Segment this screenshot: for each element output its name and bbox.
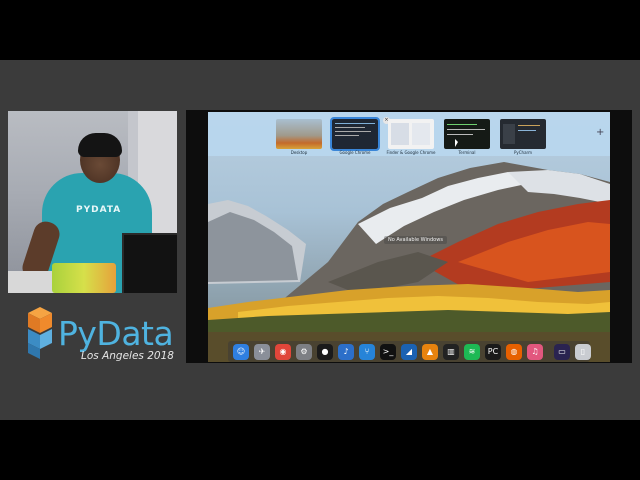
- space-label-pycharm: PyCharm: [513, 150, 533, 155]
- shared-screen: Desktop Google Chrome × Finder & Google …: [186, 110, 632, 363]
- add-space-button[interactable]: +: [596, 127, 604, 138]
- speaker-hair: [78, 133, 122, 157]
- screen-app-dock-icon[interactable]: ▭: [554, 344, 570, 360]
- music-app-dock-icon[interactable]: ●: [317, 344, 333, 360]
- space-thumbnail-desktop[interactable]: [276, 119, 322, 149]
- pydata-logo-icon: [28, 307, 52, 359]
- system-preferences-dock-icon[interactable]: ⚙: [296, 344, 312, 360]
- sourcetree-dock-icon[interactable]: ⑂: [359, 344, 375, 360]
- speaker-monitor: [122, 233, 177, 293]
- space-thumbnail-google-chrome[interactable]: [330, 117, 380, 151]
- spotify-dock-icon[interactable]: ≋: [464, 344, 480, 360]
- vscode-dock-icon[interactable]: ◢: [401, 344, 417, 360]
- trash-dock-icon[interactable]: ▯: [575, 344, 591, 360]
- pycharm-dock-icon[interactable]: PC: [485, 344, 501, 360]
- speaker-laptop: [52, 263, 116, 293]
- shirt-text: PYDATA: [76, 205, 122, 215]
- camera-desk: [8, 271, 58, 293]
- no-windows-label: No Available Windows: [384, 236, 447, 244]
- launchpad-dock-icon[interactable]: ✈: [254, 344, 270, 360]
- mouse-cursor-icon: [455, 139, 458, 147]
- space-thumbnail-finder-chrome[interactable]: [388, 119, 434, 149]
- brand-name: PyData: [58, 314, 174, 353]
- vlc-dock-icon[interactable]: ▲: [422, 344, 438, 360]
- dock: ☺ ✈ ◉ ⚙ ● ♪ ⑂ >_ ◢ ▲ ▥ ≋ PC ◍ ♫ ▭ ▯: [228, 341, 591, 362]
- chrome-dock-icon[interactable]: ◉: [275, 344, 291, 360]
- space-thumbnail-pycharm[interactable]: [500, 119, 546, 149]
- terminal-dock-icon[interactable]: >_: [380, 344, 396, 360]
- mac-desktop: Desktop Google Chrome × Finder & Google …: [208, 112, 610, 362]
- brand-subtitle: Los Angeles 2018: [81, 350, 174, 362]
- itunes-dock-icon[interactable]: ♫: [527, 344, 543, 360]
- firefox-dock-icon[interactable]: ◍: [506, 344, 522, 360]
- speaker-camera-feed: PYDATA: [8, 111, 177, 293]
- space-thumbnail-terminal[interactable]: [444, 119, 490, 149]
- finder-dock-icon[interactable]: ☺: [233, 344, 249, 360]
- activity-monitor-dock-icon[interactable]: ▥: [443, 344, 459, 360]
- mission-control-spaces-bar: Desktop Google Chrome × Finder & Google …: [208, 112, 610, 156]
- audio-app-dock-icon[interactable]: ♪: [338, 344, 354, 360]
